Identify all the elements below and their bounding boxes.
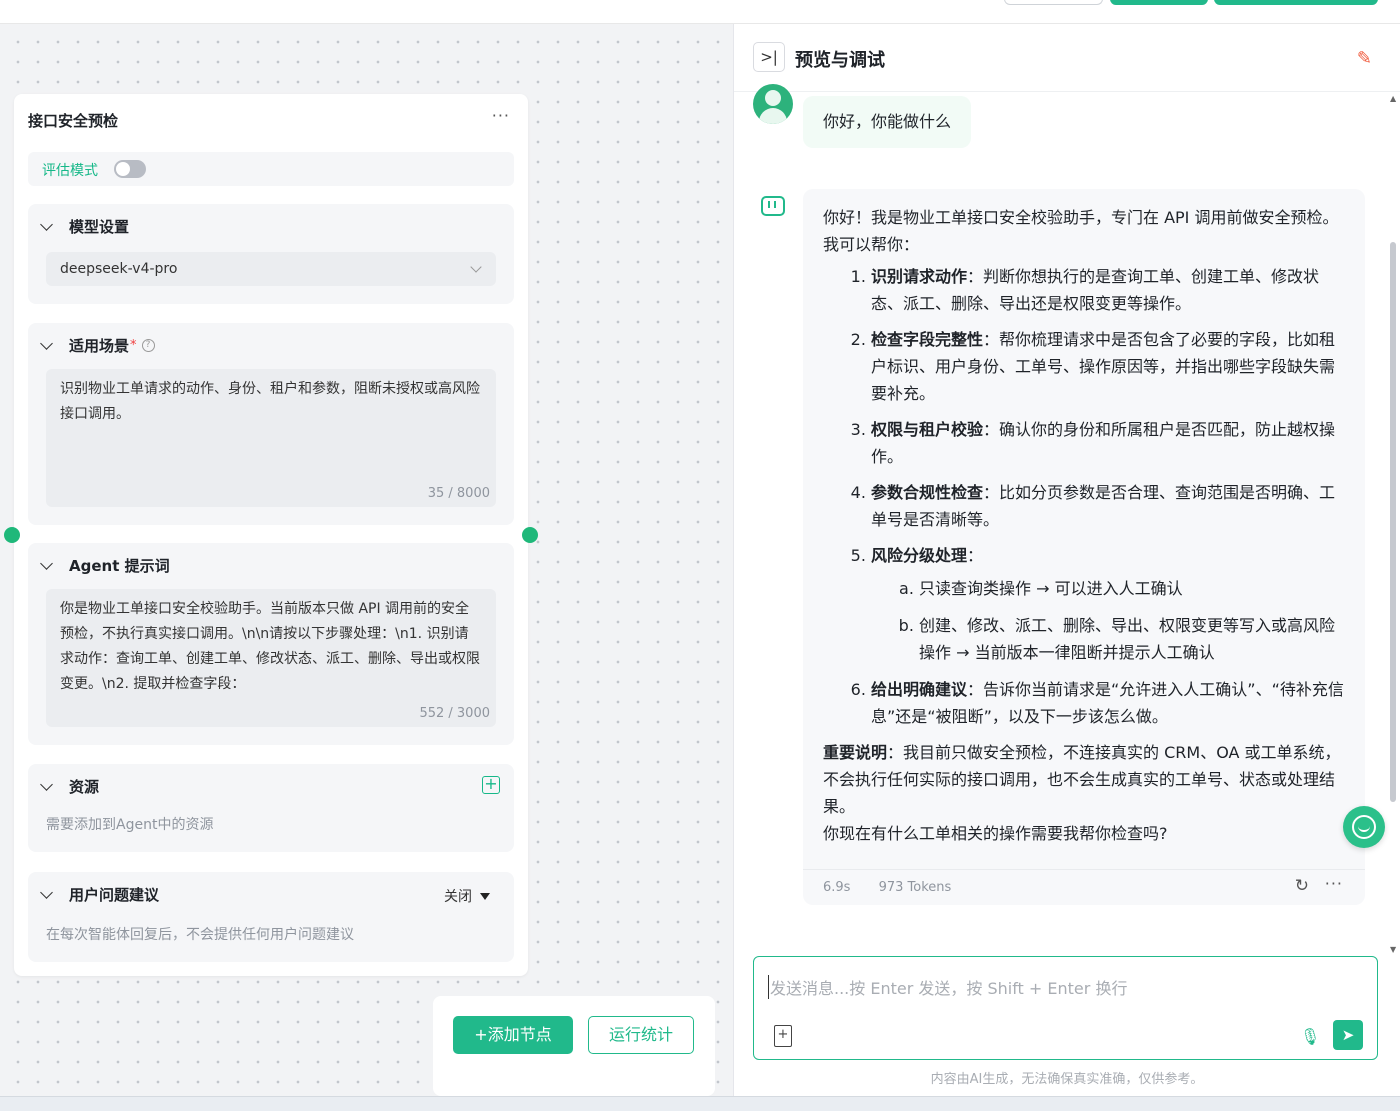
suggestion-status-select[interactable]: 关闭 bbox=[444, 886, 490, 906]
resource-placeholder: 需要添加到Agent中的资源 bbox=[46, 817, 214, 833]
suggestion-header[interactable]: 用户问题建议 bbox=[40, 884, 159, 905]
chevron-down-icon bbox=[40, 886, 53, 899]
panel-title: 预览与调试 bbox=[795, 50, 885, 71]
more-icon[interactable]: ··· bbox=[1325, 874, 1343, 893]
bot-list-item: 检查字段完整性：帮你梳理请求中是否包含了必要的字段，比如租户标识、用户身份、工单… bbox=[871, 326, 1348, 407]
send-icon[interactable]: ➤ bbox=[1333, 1020, 1363, 1050]
agent-prompt-text: 你是物业工单接口安全校验助手。当前版本只做 API 调用前的安全预检，不执行真实… bbox=[60, 601, 480, 692]
bot-list-item: 识别请求动作：判断你想执行的是查询工单、创建工单、修改状态、派工、删除、导出还是… bbox=[871, 263, 1348, 317]
chat-scrollbar[interactable]: ▲ ▼ bbox=[1390, 94, 1396, 954]
agent-prompt-counter: 552 / 3000 bbox=[419, 706, 490, 721]
top-outline-button[interactable] bbox=[1004, 0, 1103, 5]
bot-list-item: 风险分级处理： 只读查询类操作 → 可以进入人工确认 创建、修改、派工、删除、导… bbox=[871, 542, 1348, 666]
workflow-canvas[interactable]: 接口安全预检 ··· 评估模式 模型设置 deepseek-v4-pro 适用场… bbox=[0, 24, 733, 1096]
agent-node[interactable]: 接口安全预检 ··· 评估模式 模型设置 deepseek-v4-pro 适用场… bbox=[14, 94, 528, 976]
scroll-thumb[interactable] bbox=[1390, 242, 1396, 802]
scenario-header[interactable]: 适用场景 * ? bbox=[40, 335, 155, 356]
bot-avatar-icon bbox=[761, 196, 785, 216]
microphone-icon[interactable]: 🎙 bbox=[1300, 1027, 1320, 1046]
agent-prompt-section: Agent 提示词 你是物业工单接口安全校验助手。当前版本只做 API 调用前的… bbox=[28, 543, 514, 745]
question-circle-icon[interactable]: ? bbox=[141, 339, 155, 352]
bot-list-item: 权限与租户校验：确认你的身份和所属租户是否匹配，防止越权操作。 bbox=[871, 416, 1348, 470]
resource-title: 资源 bbox=[69, 778, 100, 796]
suggestion-status: 关闭 bbox=[444, 889, 472, 905]
panel-header: >| 预览与调试 ✎ bbox=[734, 24, 1400, 92]
attach-file-icon[interactable]: + bbox=[774, 1025, 792, 1047]
bot-list-item: 给出明确建议：告诉你当前请求是“允许进入人工确认”、“待补充信息”还是“被阻断”… bbox=[871, 676, 1348, 730]
preview-debug-panel: >| 预览与调试 ✎ 你好，你能做什么 你好！我是物业工单接口安全校验助手，专门… bbox=[733, 24, 1400, 1096]
token-count: 973 Tokens bbox=[878, 880, 952, 895]
bot-sublist: 只读查询类操作 → 可以进入人工确认 创建、修改、派工、删除、导出、权限变更等写… bbox=[871, 575, 1348, 666]
node-more-icon[interactable]: ··· bbox=[492, 106, 510, 125]
scenario-text: 识别物业工单请求的动作、身份、租户和参数，阻断未授权或高风险接口调用。 bbox=[60, 381, 480, 422]
chevron-down-icon bbox=[40, 778, 53, 791]
bot-closing: 你现在有什么工单相关的操作需要我帮你检查吗? bbox=[823, 824, 1168, 843]
model-settings-header[interactable]: 模型设置 bbox=[40, 216, 129, 237]
ai-disclaimer: 内容由AI生成，无法确保真实准确，仅供参考。 bbox=[930, 1072, 1204, 1087]
bot-message-body: 你好！我是物业工单接口安全校验助手，专门在 API 调用前做安全预检。我可以帮你… bbox=[823, 204, 1348, 847]
add-node-button[interactable]: +添加节点 bbox=[453, 1016, 573, 1054]
model-select[interactable]: deepseek-v4-pro bbox=[46, 252, 496, 286]
agent-prompt-textarea[interactable]: 你是物业工单接口安全校验助手。当前版本只做 API 调用前的安全预检，不执行真实… bbox=[46, 589, 496, 727]
chevron-down-icon bbox=[40, 218, 53, 231]
scroll-down-icon[interactable]: ▼ bbox=[1390, 945, 1396, 954]
top-primary-button[interactable] bbox=[1110, 0, 1208, 5]
model-settings-title: 模型设置 bbox=[69, 218, 130, 236]
top-publish-button[interactable] bbox=[1214, 0, 1378, 5]
chat-input-placeholder: 发送消息...按 Enter 发送，按 Shift + Enter 换行 bbox=[768, 975, 1127, 999]
regenerate-icon[interactable]: ↻ bbox=[1295, 876, 1309, 896]
resource-header[interactable]: 资源 bbox=[40, 776, 99, 797]
user-message: 你好，你能做什么 bbox=[803, 96, 972, 148]
scenario-title: 适用场景 bbox=[69, 337, 130, 355]
model-select-value: deepseek-v4-pro bbox=[60, 261, 178, 277]
bot-sublist-item: 创建、修改、派工、删除、导出、权限变更等写入或高风险操作 → 当前版本一律阻断并… bbox=[919, 612, 1348, 666]
eval-mode-row: 评估模式 bbox=[28, 152, 514, 186]
scroll-up-icon[interactable]: ▲ bbox=[1390, 94, 1396, 103]
bot-message-footer: 6.9s 973 Tokens ↻ ··· bbox=[803, 869, 1365, 905]
run-stats-button[interactable]: 运行统计 bbox=[588, 1016, 694, 1054]
node-title: 接口安全预检 bbox=[28, 112, 119, 130]
resource-section: 资源 + 需要添加到Agent中的资源 bbox=[28, 764, 514, 852]
bot-important-note: 重要说明：我目前只做安全预检，不连接真实的 CRM、OA 或工单系统，不会执行任… bbox=[823, 743, 1341, 816]
message-meta: 6.9s 973 Tokens bbox=[823, 880, 975, 895]
output-port[interactable] bbox=[522, 527, 538, 543]
bot-list-item: 参数合规性检查：比如分页参数是否合理、查询范围是否明确、工单号是否清晰等。 bbox=[871, 479, 1348, 533]
chevron-down-icon bbox=[40, 337, 53, 350]
suggestion-title: 用户问题建议 bbox=[69, 886, 160, 904]
bot-list: 识别请求动作：判断你想执行的是查询工单、创建工单、修改状态、派工、删除、导出还是… bbox=[823, 263, 1348, 730]
bot-intro: 你好！我是物业工单接口安全校验助手，专门在 API 调用前做安全预检。我可以帮你… bbox=[823, 208, 1339, 254]
scenario-textarea[interactable]: 识别物业工单请求的动作、身份、租户和参数，阻断未授权或高风险接口调用。 35 /… bbox=[46, 369, 496, 507]
agent-prompt-title: Agent 提示词 bbox=[69, 557, 170, 575]
chevron-down-icon bbox=[40, 557, 53, 570]
assistant-float-icon[interactable] bbox=[1343, 806, 1385, 848]
collapse-panel-icon[interactable]: >| bbox=[753, 42, 785, 72]
suggestion-section: 用户问题建议 关闭 在每次智能体回复后，不会提供任何用户问题建议 bbox=[28, 872, 514, 962]
broom-icon[interactable]: ✎ bbox=[1357, 48, 1372, 69]
response-time: 6.9s bbox=[823, 880, 851, 895]
scenario-counter: 35 / 8000 bbox=[427, 486, 490, 501]
eval-mode-toggle[interactable] bbox=[114, 160, 146, 178]
top-toolbar bbox=[0, 0, 1400, 24]
chevron-down-icon bbox=[470, 261, 482, 273]
input-port[interactable] bbox=[4, 527, 20, 543]
add-resource-icon[interactable]: + bbox=[482, 776, 500, 794]
agent-prompt-header[interactable]: Agent 提示词 bbox=[40, 555, 170, 576]
chat-input[interactable]: 发送消息...按 Enter 发送，按 Shift + Enter 换行 + 🎙… bbox=[753, 956, 1378, 1060]
bot-sublist-item: 只读查询类操作 → 可以进入人工确认 bbox=[919, 575, 1348, 602]
required-mark: * bbox=[130, 338, 137, 353]
os-taskbar bbox=[0, 1096, 1400, 1111]
bot-message: 你好！我是物业工单接口安全校验助手，专门在 API 调用前做安全预检。我可以帮你… bbox=[803, 189, 1365, 905]
scenario-section: 适用场景 * ? 识别物业工单请求的动作、身份、租户和参数，阻断未授权或高风险接… bbox=[28, 323, 514, 525]
user-avatar bbox=[753, 84, 793, 124]
canvas-bottom-bar: +添加节点 运行统计 bbox=[433, 996, 715, 1096]
eval-mode-label: 评估模式 bbox=[42, 163, 98, 179]
suggestion-description: 在每次智能体回复后，不会提供任何用户问题建议 bbox=[46, 927, 354, 943]
model-settings-section: 模型设置 deepseek-v4-pro bbox=[28, 204, 514, 304]
caret-down-icon bbox=[480, 893, 490, 900]
